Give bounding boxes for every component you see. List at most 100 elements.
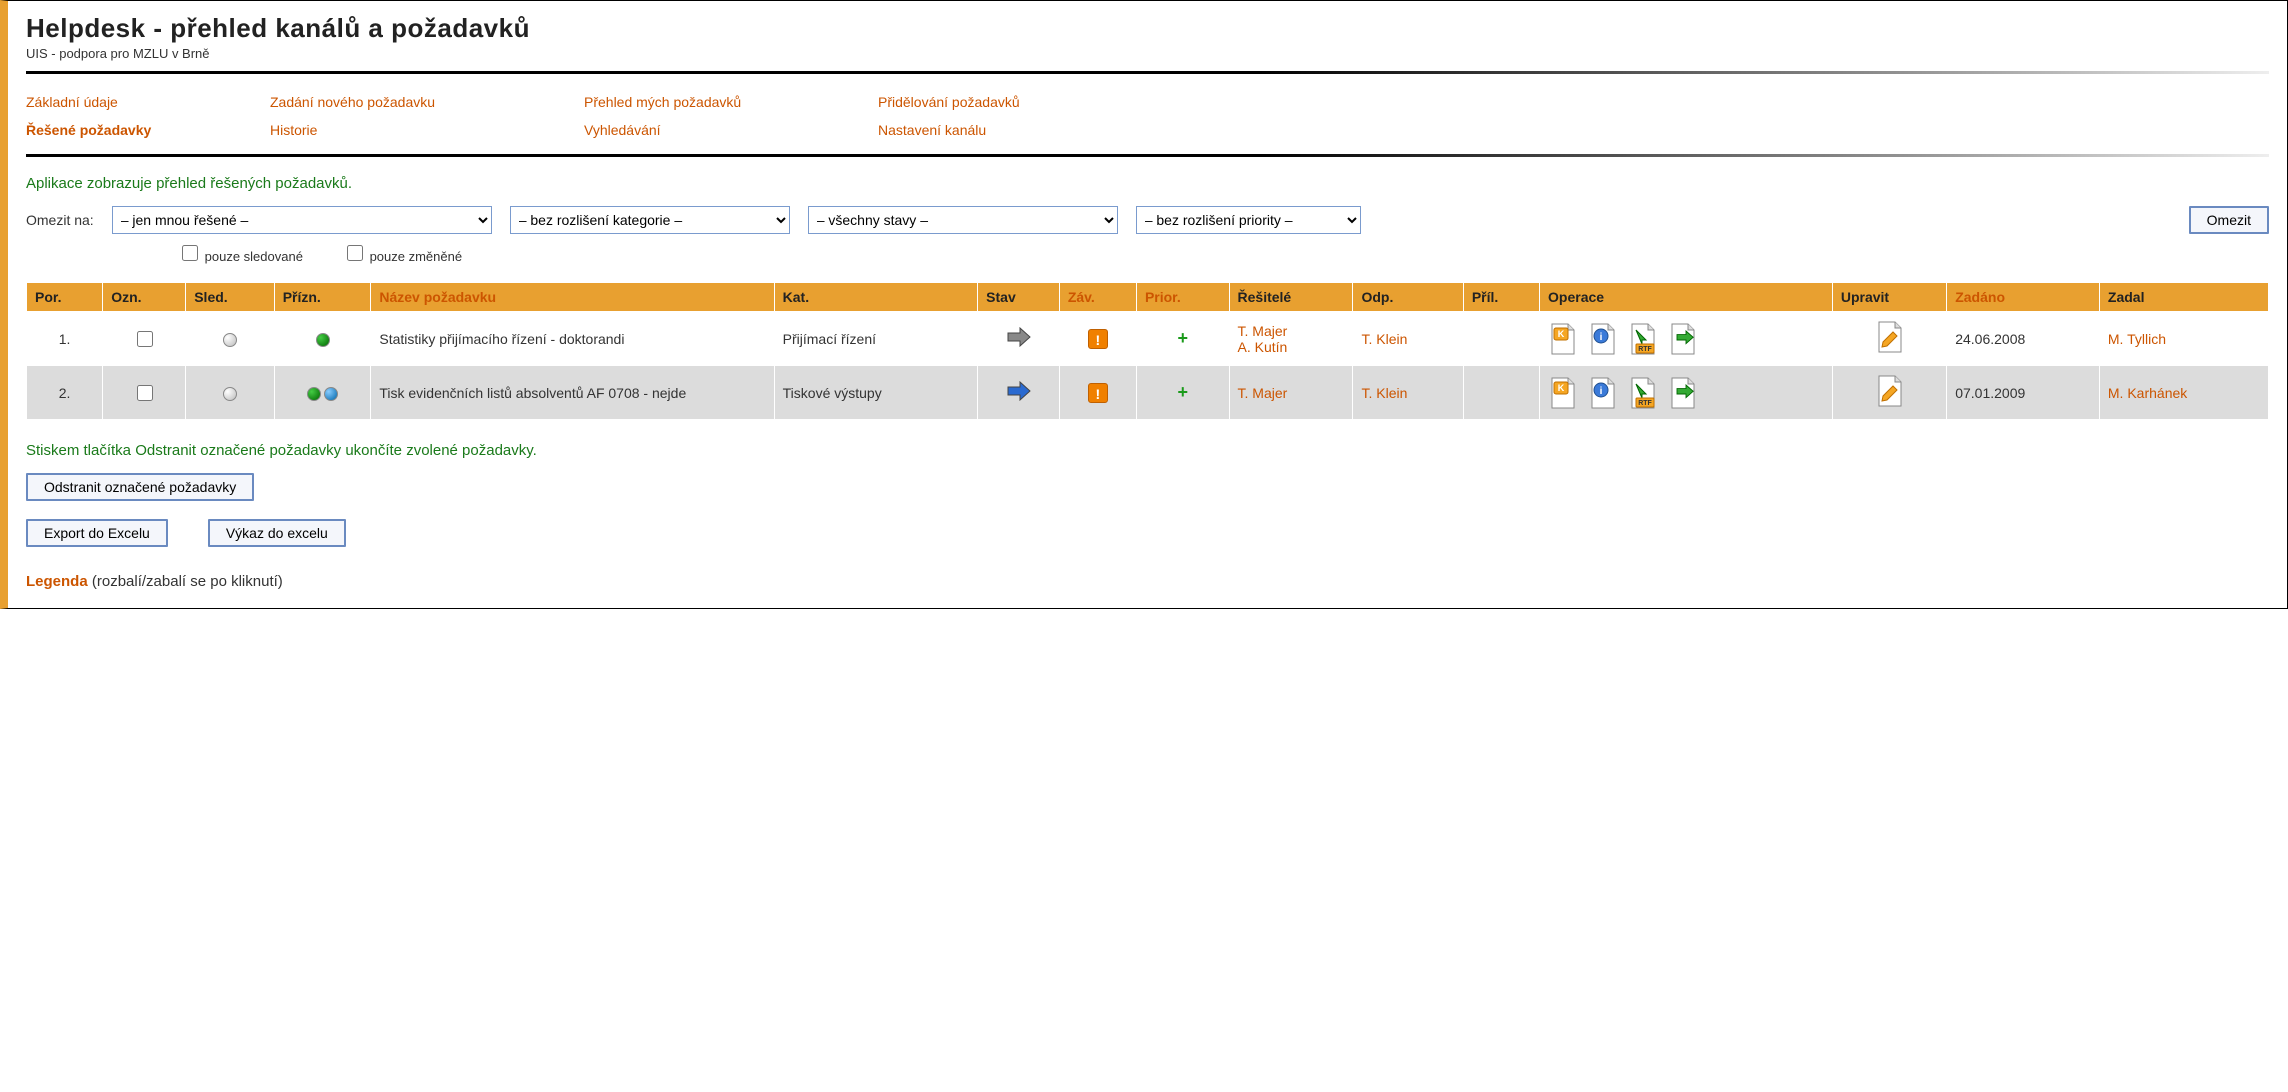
op-info-icon[interactable]: i: [1588, 322, 1618, 356]
th-zadal: Zadal: [2099, 283, 2268, 312]
filter-priority-select[interactable]: – bez rozlišení priority –: [1136, 206, 1361, 234]
cell-nazev: Tisk evidenčních listů absolventů AF 070…: [371, 366, 774, 420]
op-rtf-icon[interactable]: RTF: [1628, 376, 1658, 410]
nav-menu: Základní údaje Zadání nového požadavku P…: [26, 88, 2269, 144]
th-zav[interactable]: Záv.: [1059, 283, 1136, 312]
legend-label: Legenda: [26, 573, 88, 590]
cell-resitele: T. Majer: [1229, 366, 1353, 420]
notice-text: Stiskem tlačítka Odstranit označené poža…: [26, 442, 2269, 459]
operations-cell: K i RTF: [1548, 322, 1824, 356]
filter-solver-select[interactable]: – jen mnou řešené –: [112, 206, 492, 234]
cell-kat: Tiskové výstupy: [774, 366, 978, 420]
filter-bar: Omezit na: – jen mnou řešené – – bez roz…: [26, 206, 2269, 234]
chk-sledovane[interactable]: [182, 245, 198, 261]
th-resitele: Řešitelé: [1229, 283, 1353, 312]
filter-submit-button[interactable]: Omezit: [2189, 206, 2269, 234]
th-operace: Operace: [1540, 283, 1833, 312]
cell-por: 1.: [27, 312, 103, 366]
priority-plus-icon: +: [1177, 328, 1188, 348]
nav-resene-pozadavky[interactable]: Řešené požadavky: [26, 116, 256, 144]
op-forward-icon[interactable]: [1668, 322, 1698, 356]
divider: [26, 71, 2269, 74]
filter-category-select[interactable]: – bez rozlišení kategorie –: [510, 206, 790, 234]
cell-zadano: 24.06.2008: [1947, 312, 2100, 366]
op-rtf-icon[interactable]: RTF: [1628, 322, 1658, 356]
svg-text:K: K: [1558, 383, 1565, 393]
row-select-checkbox[interactable]: [137, 385, 153, 401]
chk-zmenene-text: pouze změněné: [370, 249, 463, 264]
severity-warn-icon: !: [1088, 329, 1108, 349]
operations-cell: K i RTF: [1548, 376, 1824, 410]
chk-sledovane-text: pouze sledované: [205, 249, 303, 264]
flag-dot-blue-icon: [324, 387, 338, 401]
op-info-icon[interactable]: i: [1588, 376, 1618, 410]
row-select-checkbox[interactable]: [137, 331, 153, 347]
chk-zmenene-label[interactable]: pouze změněné: [343, 242, 462, 264]
flag-dot-green-icon: [316, 333, 330, 347]
nav-vyhledavani[interactable]: Vyhledávání: [584, 116, 864, 144]
nav-zadani-noveho[interactable]: Zadání nového požadavku: [270, 88, 570, 116]
svg-text:RTF: RTF: [1638, 400, 1652, 407]
th-zadano[interactable]: Zadáno: [1947, 283, 2100, 312]
edit-icon[interactable]: [1875, 395, 1905, 411]
op-comment-icon[interactable]: K: [1548, 376, 1578, 410]
submitter-link[interactable]: M. Karhánek: [2108, 385, 2187, 401]
cell-zadano: 07.01.2009: [1947, 366, 2100, 420]
remove-selected-button[interactable]: Odstranit označené požadavky: [26, 473, 254, 501]
nav-prehled-mych[interactable]: Přehled mých požadavků: [584, 88, 864, 116]
cell-pril: [1463, 366, 1539, 420]
filter-state-select[interactable]: – všechny stavy –: [808, 206, 1118, 234]
export-excel-button[interactable]: Export do Excelu: [26, 519, 168, 547]
svg-text:K: K: [1558, 329, 1565, 339]
solver-link[interactable]: T. Majer: [1238, 385, 1288, 401]
cell-pril: [1463, 312, 1539, 366]
cell-kat: Přijímací řízení: [774, 312, 978, 366]
watch-dot-icon[interactable]: [223, 387, 237, 401]
state-arrow-icon: [1006, 388, 1032, 404]
op-comment-icon[interactable]: K: [1548, 322, 1578, 356]
table-row: 2. Tisk evidenčních listů absolventů AF …: [27, 366, 2269, 420]
vykaz-excel-button[interactable]: Výkaz do excelu: [208, 519, 346, 547]
requests-table: Por. Ozn. Sled. Přízn. Název požadavku K…: [26, 282, 2269, 420]
solver-link[interactable]: A. Kutín: [1238, 339, 1288, 355]
th-ozn: Ozn.: [103, 283, 186, 312]
nav-nastaveni-kanalu[interactable]: Nastavení kanálu: [878, 116, 1158, 144]
intro-text: Aplikace zobrazuje přehled řešených poža…: [26, 175, 2269, 192]
nav-zakladni-udaje[interactable]: Základní údaje: [26, 88, 256, 116]
watch-dot-icon[interactable]: [223, 333, 237, 347]
op-forward-icon[interactable]: [1668, 376, 1698, 410]
th-stav: Stav: [978, 283, 1060, 312]
solver-link[interactable]: T. Majer: [1238, 323, 1288, 339]
submitter-link[interactable]: M. Tyllich: [2108, 331, 2166, 347]
svg-text:i: i: [1600, 386, 1603, 397]
cell-resitele: T. MajerA. Kutín: [1229, 312, 1353, 366]
severity-warn-icon: !: [1088, 383, 1108, 403]
svg-text:RTF: RTF: [1638, 346, 1652, 353]
state-arrow-icon: [1006, 334, 1032, 350]
nav-pridelovani[interactable]: Přidělování požadavků: [878, 88, 1158, 116]
th-nazev[interactable]: Název požadavku: [371, 283, 774, 312]
edit-icon[interactable]: [1875, 341, 1905, 357]
th-kat: Kat.: [774, 283, 978, 312]
th-odp: Odp.: [1353, 283, 1463, 312]
th-upravit: Upravit: [1832, 283, 1946, 312]
chk-zmenene[interactable]: [347, 245, 363, 261]
page-subtitle: UIS - podpora pro MZLU v Brně: [26, 46, 2269, 61]
divider: [26, 154, 2269, 157]
th-por: Por.: [27, 283, 103, 312]
legend-hint: (rozbalí/zabalí se po kliknutí): [92, 573, 283, 590]
th-prior[interactable]: Prior.: [1136, 283, 1229, 312]
responsible-link[interactable]: T. Klein: [1361, 331, 1407, 347]
chk-sledovane-label[interactable]: pouze sledované: [178, 242, 303, 264]
svg-text:i: i: [1600, 332, 1603, 343]
table-row: 1. Statistiky přijímacího řízení - dokto…: [27, 312, 2269, 366]
cell-nazev: Statistiky přijímacího řízení - doktoran…: [371, 312, 774, 366]
filter-label: Omezit na:: [26, 212, 94, 228]
nav-historie[interactable]: Historie: [270, 116, 570, 144]
page-title: Helpdesk - přehled kanálů a požadavků: [26, 13, 2269, 44]
priority-plus-icon: +: [1177, 382, 1188, 402]
th-prizn: Přízn.: [274, 283, 371, 312]
legend-toggle[interactable]: Legenda (rozbalí/zabalí se po kliknutí): [26, 573, 2269, 590]
flag-dot-green-icon: [307, 387, 321, 401]
responsible-link[interactable]: T. Klein: [1361, 385, 1407, 401]
